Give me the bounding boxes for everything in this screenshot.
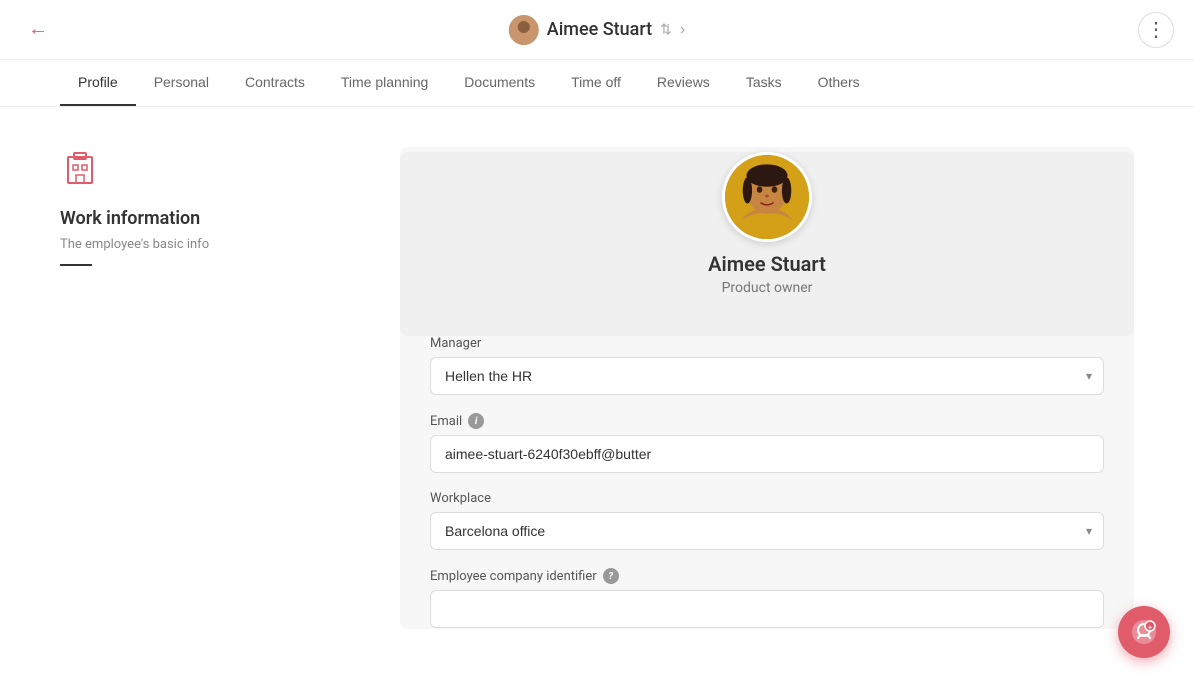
work-info-title: Work information xyxy=(60,208,360,229)
workplace-select-wrapper: Barcelona office xyxy=(430,512,1104,550)
sort-icon: ⇅ xyxy=(660,22,672,38)
employee-name-header: Aimee Stuart xyxy=(547,19,652,40)
email-info-icon[interactable]: i xyxy=(468,413,484,429)
email-input[interactable] xyxy=(430,435,1104,473)
workplace-label: Workplace xyxy=(430,491,1104,506)
tab-personal[interactable]: Personal xyxy=(136,60,227,106)
top-bar-left: ← xyxy=(20,14,56,45)
work-info-divider xyxy=(60,264,92,266)
top-bar-right: ⋮ xyxy=(1138,12,1174,48)
next-employee-button[interactable]: › xyxy=(680,21,685,39)
main-content: Work information The employee's basic in… xyxy=(0,107,1194,669)
more-options-button[interactable]: ⋮ xyxy=(1138,12,1174,48)
email-group: Email i xyxy=(430,413,1104,473)
email-label: Email i xyxy=(430,413,1104,429)
profile-role: Product owner xyxy=(430,280,1104,296)
employee-avatar-small xyxy=(509,15,539,45)
employee-id-info-icon[interactable]: ? xyxy=(603,568,619,584)
manager-label: Manager xyxy=(430,336,1104,351)
top-bar-center: Aimee Stuart ⇅ › xyxy=(509,15,685,45)
manager-group: Manager Hellen the HR xyxy=(430,336,1104,395)
avatar-wrapper xyxy=(430,152,1104,242)
tab-time-off[interactable]: Time off xyxy=(553,60,639,106)
employee-id-label: Employee company identifier ? xyxy=(430,568,1104,584)
workplace-group: Workplace Barcelona office xyxy=(430,491,1104,550)
tab-contracts[interactable]: Contracts xyxy=(227,60,323,106)
avatar xyxy=(722,152,812,242)
tab-documents[interactable]: Documents xyxy=(446,60,553,106)
nav-tabs: Profile Personal Contracts Time planning… xyxy=(0,60,1194,107)
workplace-select[interactable]: Barcelona office xyxy=(430,512,1104,550)
form-section: Manager Hellen the HR Email i Workplace xyxy=(400,336,1134,629)
tab-time-planning[interactable]: Time planning xyxy=(323,60,446,106)
building-icon xyxy=(60,147,360,196)
tab-others[interactable]: Others xyxy=(800,60,878,106)
employee-id-input[interactable] xyxy=(430,590,1104,628)
chat-fab-button[interactable]: + xyxy=(1118,606,1170,658)
profile-name: Aimee Stuart xyxy=(430,252,1104,276)
svg-text:+: + xyxy=(1148,625,1152,632)
employee-id-group: Employee company identifier ? xyxy=(430,568,1104,628)
manager-select[interactable]: Hellen the HR xyxy=(430,357,1104,395)
work-info-description: The employee's basic info xyxy=(60,237,360,252)
right-panel: Aimee Stuart Product owner Manager Helle… xyxy=(400,147,1134,629)
back-button[interactable]: ← xyxy=(20,14,56,45)
left-panel: Work information The employee's basic in… xyxy=(60,147,360,629)
tab-tasks[interactable]: Tasks xyxy=(728,60,800,106)
tab-reviews[interactable]: Reviews xyxy=(639,60,728,106)
manager-select-wrapper: Hellen the HR xyxy=(430,357,1104,395)
profile-card: Aimee Stuart Product owner xyxy=(400,152,1134,336)
tab-profile[interactable]: Profile xyxy=(60,60,136,106)
top-bar: ← Aimee Stuart ⇅ › ⋮ xyxy=(0,0,1194,60)
